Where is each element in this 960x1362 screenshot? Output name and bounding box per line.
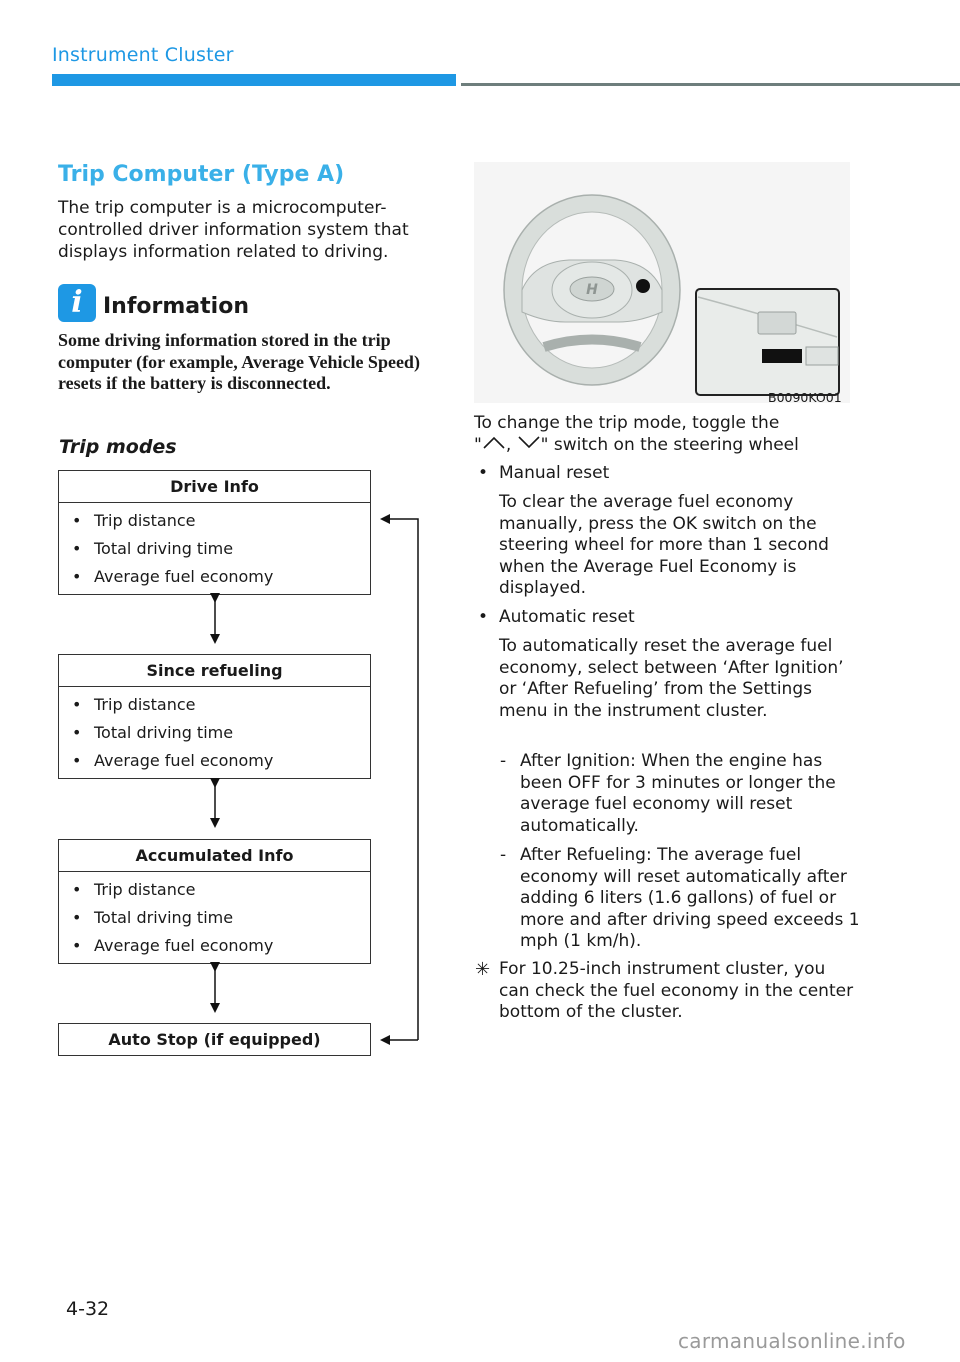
svg-text:H: H [586, 282, 598, 298]
steering-wheel-illustration: H [503, 194, 840, 396]
section-title: Instrument Cluster [52, 44, 234, 66]
watermark: carmanualsonline.info [678, 1329, 906, 1353]
trip-mode-item: • Trip distance [72, 695, 196, 714]
trip-mode-box-auto-stop: Auto Stop (if equipped) [58, 1023, 371, 1056]
bullet: • [478, 463, 489, 483]
trip-mode-title: Auto Stop (if equipped) [108, 1030, 321, 1049]
asterisk-note-icon: ✳ [475, 959, 491, 980]
trip-mode-title: Drive Info [59, 471, 370, 503]
info-title: Information [103, 294, 249, 319]
info-icon: i [58, 284, 96, 322]
section-heading: Trip Computer (Type A) [58, 162, 345, 187]
chevron-down-icon [518, 436, 540, 449]
figure-code: B0090KO01 [768, 390, 842, 405]
trip-mode-item: • Average fuel economy [72, 751, 274, 770]
after-ignition-text: After Ignition: When the engine has been… [520, 751, 836, 836]
steering-wheel-figure: H [474, 162, 850, 403]
page-number: 4-32 [66, 1298, 110, 1320]
toggle-instruction-line1: To change the trip mode, toggle the [474, 413, 780, 433]
automatic-reset-text: To automatically reset the average fuel … [499, 636, 844, 721]
trip-mode-box-drive-info: Drive Info • Trip distance • Total driving… [58, 470, 371, 595]
trip-mode-title: Accumulated Info [59, 840, 370, 872]
toggle-instruction-line2: ", " switch on the steering wheel [474, 435, 799, 455]
trip-mode-item: • Trip distance [72, 880, 196, 899]
trip-mode-item: • Total driving time [72, 723, 234, 742]
cluster-note: For 10.25-inch instrument cluster, you c… [499, 959, 854, 1023]
trip-modes-heading: Trip modes [59, 436, 177, 458]
after-refueling-text: After Refueling: The average fuel econom… [520, 845, 860, 952]
trip-mode-item: • Total driving time [72, 539, 234, 558]
chevron-up-icon [483, 436, 505, 449]
trip-mode-item: • Trip distance [72, 511, 196, 530]
trip-mode-box-since-refueling: Since refueling • Trip distance • Total dr… [58, 654, 371, 779]
trip-mode-item: • Total driving time [72, 908, 234, 927]
header-rule [461, 83, 960, 86]
bullet: • [478, 607, 489, 627]
switch-closeup-inset [695, 288, 840, 396]
manual-reset-label: Manual reset [499, 463, 610, 483]
loop-arrow-icon [380, 514, 419, 1045]
dash-marker: - [500, 751, 507, 771]
automatic-reset-label: Automatic reset [499, 607, 635, 627]
trip-mode-item: • Average fuel economy [72, 567, 274, 586]
trip-mode-item: • Average fuel economy [72, 936, 274, 955]
trip-mode-box-accumulated-info: Accumulated Info • Trip distance • Total d… [58, 839, 371, 964]
manual-reset-text: To clear the average fuel economy manual… [499, 492, 829, 599]
info-text: Some driving information stored in the t… [58, 330, 420, 393]
dash-marker: - [500, 845, 507, 865]
header-accent-bar [52, 74, 456, 86]
intro-paragraph: The trip computer is a microcomputer-con… [58, 198, 409, 262]
trip-mode-title: Since refueling [59, 655, 370, 687]
steering-wheel-icon: H [503, 194, 681, 386]
